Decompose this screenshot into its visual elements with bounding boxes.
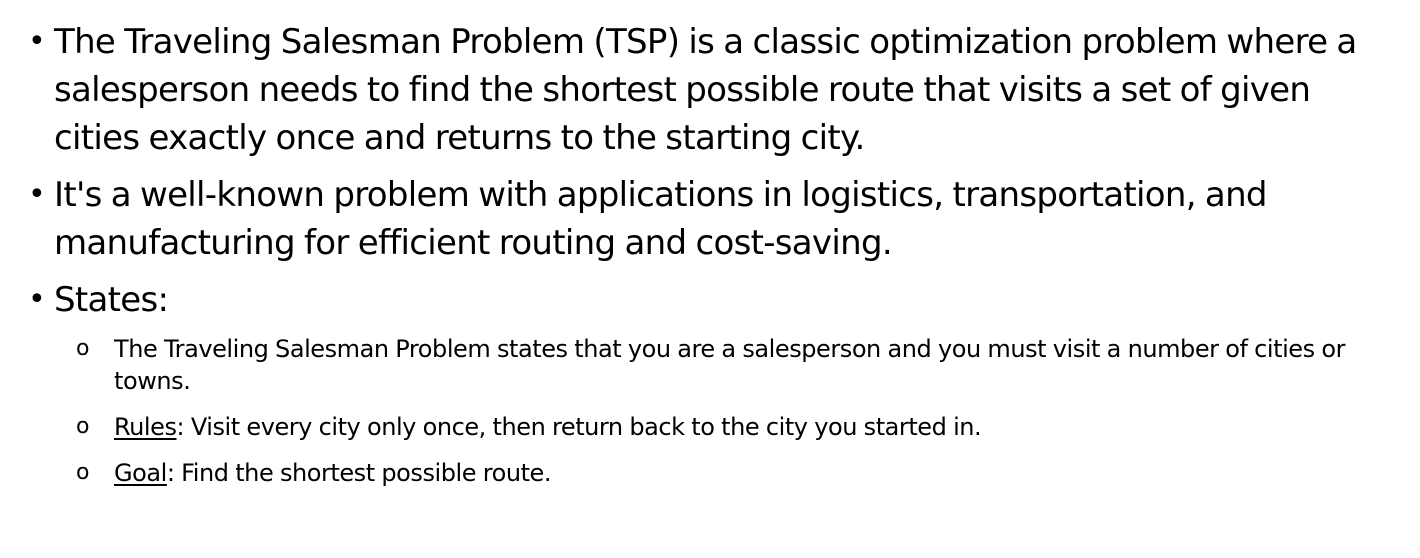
goal-text: : Find the shortest possible route. bbox=[166, 459, 552, 487]
goal-label: Goal bbox=[114, 459, 167, 487]
bullet-marker: • bbox=[28, 177, 46, 212]
sub-bullet-item-goal: o Goal: Find the shortest possible route… bbox=[76, 457, 1398, 489]
bullet-marker: • bbox=[28, 24, 46, 59]
bullet-text: It's a well-known problem with applicati… bbox=[54, 175, 1268, 263]
sub-bullet-text: The Traveling Salesman Problem states th… bbox=[114, 335, 1346, 395]
bullet-text: States: bbox=[54, 280, 169, 320]
bullet-item-tsp-definition: • The Traveling Salesman Problem (TSP) i… bbox=[28, 18, 1398, 162]
sub-bullet-item-statement: o The Traveling Salesman Problem states … bbox=[76, 333, 1398, 397]
rules-label: Rules bbox=[114, 413, 177, 441]
bullet-item-applications: • It's a well-known problem with applica… bbox=[28, 171, 1398, 267]
sub-bullet-text: Goal: Find the shortest possible route. bbox=[114, 457, 552, 489]
sub-bullet-item-rules: o Rules: Visit every city only once, the… bbox=[76, 411, 1398, 443]
bullet-marker: • bbox=[28, 282, 46, 317]
sub-bullet-text: Rules: Visit every city only once, then … bbox=[114, 411, 982, 443]
sub-bullet-marker: o bbox=[76, 336, 90, 361]
sub-bullet-marker: o bbox=[76, 414, 90, 439]
bullet-text: The Traveling Salesman Problem (TSP) is … bbox=[54, 22, 1357, 158]
sub-bullet-marker: o bbox=[76, 460, 90, 485]
rules-text: : Visit every city only once, then retur… bbox=[176, 413, 982, 441]
sub-bullet-list: o The Traveling Salesman Problem states … bbox=[28, 333, 1398, 489]
bullet-item-states: • States: bbox=[28, 276, 1398, 324]
slide-content: • The Traveling Salesman Problem (TSP) i… bbox=[28, 18, 1398, 503]
